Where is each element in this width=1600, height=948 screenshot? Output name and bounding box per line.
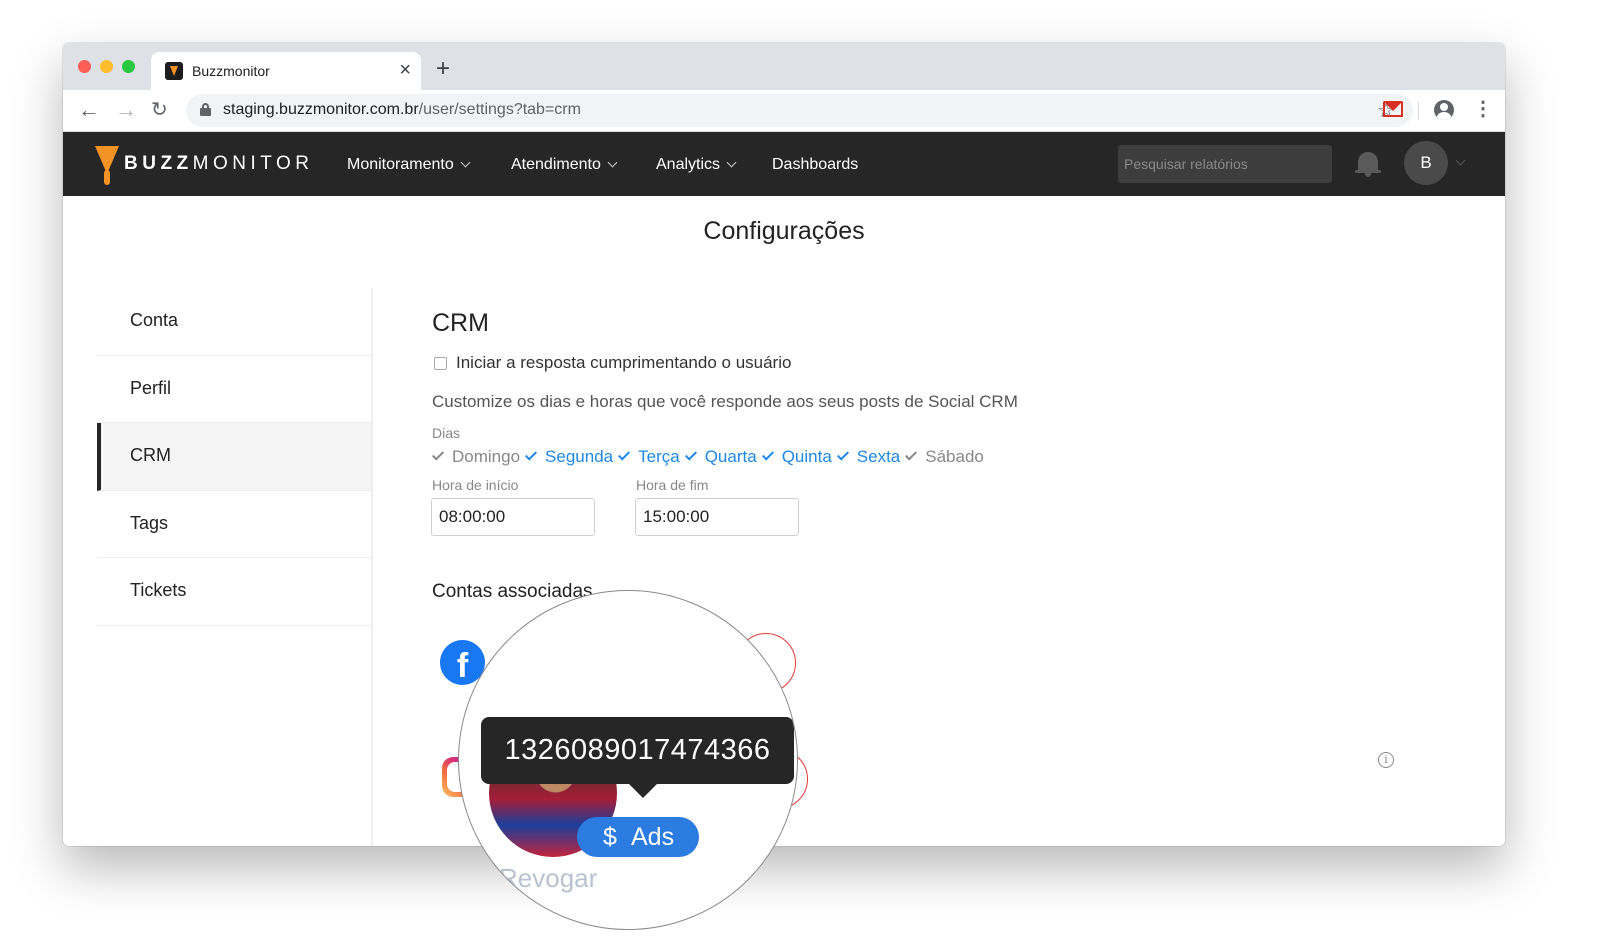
nav-monitoramento[interactable]: Monitoramento	[347, 156, 471, 174]
check-icon	[684, 448, 697, 461]
app-navbar: BUZZMONITOR Monitoramento Atendimento An…	[63, 132, 1505, 196]
zoom-window-button[interactable]	[122, 60, 135, 73]
greet-label: Iniciar a resposta cumprimentando o usuá…	[456, 353, 792, 372]
days-label: Dias	[432, 425, 461, 441]
sidebar-item-label: Perfil	[130, 377, 172, 398]
toolbar-divider	[1418, 102, 1419, 120]
buzzmonitor-favicon-icon	[165, 62, 183, 80]
tab-strip: Buzzmonitor × +	[63, 43, 1505, 90]
day-option-3[interactable]: Quarta	[684, 447, 757, 467]
dollar-icon: $	[603, 823, 617, 851]
nav-analytics[interactable]: Analytics	[656, 156, 737, 174]
profile-account-icon[interactable]	[1434, 100, 1454, 120]
tab-title: Buzzmonitor	[192, 63, 270, 79]
day-label: Quarta	[704, 447, 757, 466]
magnifier-lens: Revogar $ Ads 1326089017474366	[458, 590, 798, 930]
browser-tab[interactable]: Buzzmonitor ×	[151, 52, 421, 90]
browser-menu-icon[interactable]: ⋮	[1473, 96, 1493, 121]
day-label: Segunda	[545, 447, 614, 466]
days-selector: Domingo Segunda Terça Quarta Quinta Sexta Sába…	[431, 447, 992, 471]
buzzmonitor-fox-logo-icon[interactable]	[95, 146, 119, 186]
day-label: Quinta	[781, 447, 832, 466]
nav-dashboards[interactable]: Dashboards	[772, 156, 858, 174]
sidebar-item-perfil[interactable]: Perfil	[97, 356, 371, 423]
close-window-button[interactable]	[78, 60, 91, 73]
day-label: Sexta	[856, 447, 901, 466]
day-option-6[interactable]: Sábado	[905, 447, 984, 467]
sidebar-item-tags[interactable]: Tags	[97, 491, 371, 558]
sidebar-item-label: Conta	[130, 310, 179, 330]
url-text[interactable]: staging.buzzmonitor.com.br/user/settings…	[223, 101, 581, 119]
check-icon	[761, 448, 774, 461]
sidebar-item-label: Tags	[130, 512, 169, 533]
nav-atendimento[interactable]: Atendimento	[511, 156, 618, 174]
check-icon	[431, 448, 445, 461]
chevron-down-icon	[607, 157, 618, 168]
revoke-link[interactable]: Revogar	[499, 863, 597, 894]
day-label: Sábado	[925, 447, 984, 466]
day-option-0[interactable]: Domingo	[431, 447, 521, 467]
chevron-down-icon	[726, 157, 737, 168]
page-title: Configurações	[703, 217, 865, 245]
notification-bell-icon[interactable]	[1355, 150, 1381, 178]
day-option-4[interactable]: Quinta	[761, 447, 832, 467]
check-icon	[618, 448, 631, 461]
check-icon	[905, 448, 918, 461]
greet-checkbox[interactable]	[434, 357, 447, 370]
check-icon	[525, 448, 538, 461]
day-option-5[interactable]: Sexta	[836, 447, 901, 467]
day-option-2[interactable]: Terça	[618, 447, 680, 467]
lock-icon[interactable]	[200, 103, 211, 117]
ads-badge-label: Ads	[631, 823, 675, 851]
day-label: Domingo	[452, 447, 521, 466]
ads-badge[interactable]: $ Ads	[577, 817, 699, 857]
chevron-down-icon	[460, 157, 471, 168]
user-avatar[interactable]: B	[1404, 141, 1448, 185]
info-icon[interactable]: i	[1378, 752, 1394, 768]
check-icon	[836, 448, 849, 461]
settings-sidebar: Conta Perfil CRM Tags Tickets	[97, 288, 373, 846]
sidebar-item-label: CRM	[130, 445, 171, 465]
new-tab-button[interactable]: +	[436, 55, 450, 83]
end-time-input[interactable]	[635, 498, 799, 536]
address-bar[interactable]: staging.buzzmonitor.com.br/user/settings…	[186, 94, 1413, 127]
forward-arrow-icon[interactable]: →	[115, 97, 137, 123]
browser-toolbar: ← → ↻ staging.buzzmonitor.com.br/user/se…	[63, 90, 1505, 132]
end-time-label: Hora de fim	[636, 477, 709, 493]
day-option-1[interactable]: Segunda	[525, 447, 614, 467]
tab-close-icon[interactable]: ×	[399, 59, 411, 82]
crm-section-title: CRM	[432, 309, 489, 337]
chevron-down-icon[interactable]	[1455, 155, 1466, 166]
brand-name[interactable]: BUZZMONITOR	[124, 153, 314, 175]
reload-icon[interactable]: ↻	[151, 97, 168, 123]
customize-description: Customize os dias e horas que você respo…	[432, 392, 1018, 411]
gmail-extension-icon[interactable]	[1383, 101, 1403, 117]
report-search-input[interactable]	[1118, 145, 1332, 183]
account-id-tooltip: 1326089017474366	[481, 717, 794, 798]
start-time-input[interactable]	[431, 498, 595, 536]
sidebar-item-crm[interactable]: CRM	[97, 423, 371, 491]
sidebar-item-label: Tickets	[130, 580, 187, 600]
minimize-window-button[interactable]	[100, 60, 113, 73]
sidebar-item-conta[interactable]: Conta	[97, 288, 371, 356]
back-arrow-icon[interactable]: ←	[78, 97, 100, 123]
day-label: Terça	[638, 447, 680, 466]
start-time-label: Hora de início	[432, 477, 519, 493]
sidebar-item-tickets[interactable]: Tickets	[97, 558, 371, 626]
